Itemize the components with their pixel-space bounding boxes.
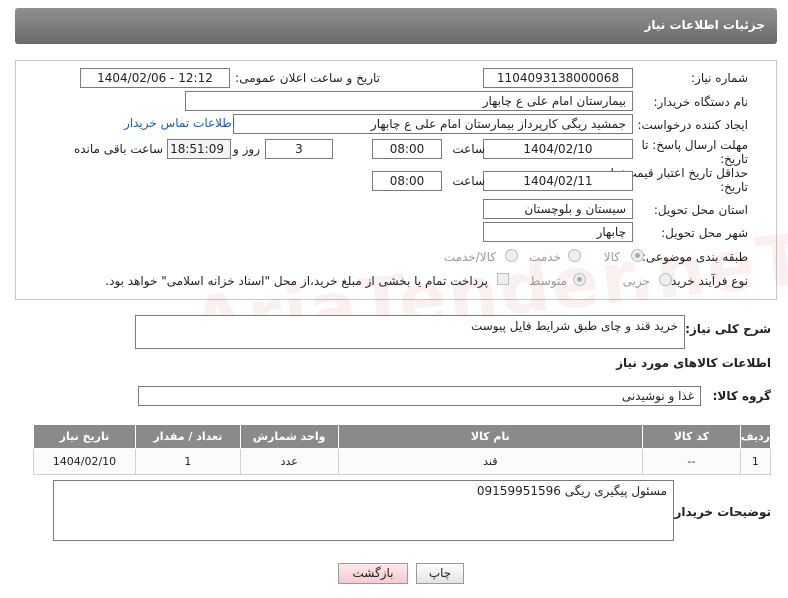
treasury-payment-checkbox[interactable] — [497, 273, 509, 285]
col-date: تاریخ نیاز — [33, 424, 136, 449]
category-radio-goods[interactable] — [631, 249, 644, 262]
buyer-org-field[interactable]: بیمارستان امام علی ع چابهار — [185, 91, 633, 111]
table-row[interactable]: 1 -- قند عدد 1 1404/02/10 — [33, 448, 772, 475]
category-radio-service[interactable] — [568, 249, 581, 262]
creator-field[interactable]: جمشید ریگی کارپرداز بیمارستان امام علی ع… — [233, 114, 633, 134]
process-option-minor: جزیی — [622, 274, 650, 288]
price-time-label: ساعت — [452, 174, 485, 188]
process-radio-minor[interactable] — [659, 273, 672, 286]
announce-date-value: 1404/02/06 - 12:12 — [97, 71, 213, 85]
cell-index: 1 — [739, 448, 772, 475]
province-field[interactable]: سیستان و بلوچستان — [483, 199, 633, 219]
province-label: استان محل تحویل: — [653, 203, 748, 217]
cell-qty: 1 — [134, 448, 241, 475]
goods-table-header: ردیف کد کالا نام کالا واحد شمارش تعداد /… — [33, 424, 772, 449]
city-field[interactable]: چابهار — [483, 222, 633, 242]
back-button[interactable]: بازگشت — [338, 563, 408, 584]
need-number-field[interactable]: 1104093138000068 — [483, 68, 633, 88]
cell-code: -- — [641, 448, 741, 475]
creator-label: ایجاد کننده درخواست: — [637, 118, 748, 132]
reply-deadline-label: مهلت ارسال پاسخ: تا تاریخ: — [641, 138, 748, 166]
price-time-field[interactable]: 08:00 — [372, 171, 442, 191]
category-option-goods-service: کالا/خدمت — [443, 250, 496, 264]
col-code: کد کالا — [641, 424, 741, 449]
days-field[interactable]: 3 — [265, 139, 333, 159]
category-label: طبقه بندی موضوعی: — [641, 250, 748, 264]
days-label: روز و — [233, 142, 260, 156]
announce-date-label: تاریخ و ساعت اعلان عمومی: — [235, 71, 380, 85]
process-radio-medium[interactable] — [573, 273, 586, 286]
page-header: جزئیات اطلاعات نیاز — [15, 8, 777, 44]
reply-time-label: ساعت — [452, 142, 485, 156]
process-label: نوع فرآیند خرید : — [663, 274, 748, 288]
remaining-time-label: ساعت باقی مانده — [73, 142, 163, 156]
buyer-contact-link[interactable]: اطلاعات تماس خریدار — [124, 116, 235, 130]
treasury-payment-note: پرداخت تمام یا بخشی از مبلغ خرید،از محل … — [105, 274, 488, 288]
page-title: جزئیات اطلاعات نیاز — [644, 18, 765, 32]
col-unit: واحد شمارش — [239, 424, 339, 449]
city-label: شهر محل تحویل: — [661, 226, 748, 240]
print-button[interactable]: چاپ — [416, 563, 464, 584]
cell-date: 1404/02/10 — [33, 448, 136, 475]
goods-group-label: گروه کالا: — [712, 389, 771, 403]
goods-table: ردیف کد کالا نام کالا واحد شمارش تعداد /… — [33, 424, 772, 475]
buyer-notes-label: توضیحات خریدار: — [669, 505, 771, 519]
price-date-field[interactable]: 1404/02/11 — [483, 171, 633, 191]
category-option-service: خدمت — [529, 250, 561, 264]
category-radio-goods-service[interactable] — [505, 249, 518, 262]
process-option-medium: متوسط — [529, 274, 567, 288]
goods-group-field[interactable]: غذا و نوشیدنی — [138, 386, 701, 406]
reply-time-field[interactable]: 08:00 — [372, 139, 442, 159]
category-option-goods: کالا — [603, 250, 620, 264]
description-label: شرح کلی نیاز: — [685, 322, 771, 336]
reply-date-field[interactable]: 1404/02/10 — [483, 139, 633, 159]
col-name: نام کالا — [337, 424, 643, 449]
remaining-time-field: 18:51:09 — [167, 139, 231, 159]
cell-unit: عدد — [239, 448, 339, 475]
buyer-notes-textarea[interactable]: مسئول پیگیری ریگی 09159951596 — [53, 480, 674, 541]
description-textarea[interactable]: خرید قند و چای طبق شرایط فایل پیوست — [135, 315, 685, 349]
buyer-org-label: نام دستگاه خریدار: — [653, 95, 749, 109]
goods-section-title: اطلاعات کالاهای مورد نیاز — [616, 356, 771, 370]
announce-date-field[interactable]: 1404/02/06 - 12:12 — [80, 68, 230, 88]
need-number-label: شماره نیاز: — [691, 71, 748, 85]
col-qty: تعداد / مقدار — [134, 424, 241, 449]
col-index: ردیف — [739, 424, 772, 449]
cell-name: قند — [337, 448, 643, 475]
